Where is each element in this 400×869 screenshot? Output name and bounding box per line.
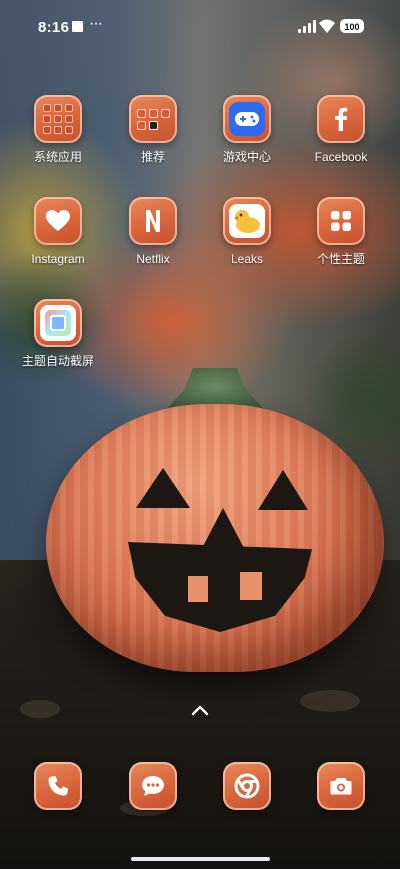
app-label: Instagram — [31, 252, 85, 266]
chrome-icon — [223, 762, 271, 810]
status-time: 8:16 — [38, 19, 70, 36]
folder-icon — [129, 95, 177, 143]
messages-icon — [129, 762, 177, 810]
dock-phone[interactable] — [12, 762, 104, 810]
app-label: 推荐 — [140, 150, 165, 164]
dock-messages[interactable] — [107, 762, 199, 810]
folder-icon — [34, 95, 82, 143]
screenshot-icon — [34, 299, 82, 347]
more-notifications-icon: ··· — [89, 15, 103, 32]
heart-icon — [34, 197, 82, 245]
grid-icon — [317, 197, 365, 245]
camera-icon — [317, 762, 365, 810]
cellular-signal-icon — [298, 20, 316, 33]
app-label: 系统应用 — [33, 150, 82, 164]
app-netflix[interactable]: Netflix — [107, 197, 199, 266]
chevron-up-icon[interactable] — [191, 704, 209, 716]
battery-level: 100 — [344, 22, 360, 32]
pumpkin-tooth — [240, 572, 262, 600]
app-recommended-folder[interactable]: 推荐 — [107, 95, 199, 164]
app-system-apps-folder[interactable]: 系统应用 — [12, 95, 104, 164]
wifi-icon — [318, 18, 336, 34]
dock-chrome[interactable] — [201, 762, 293, 810]
home-indicator[interactable] — [131, 857, 270, 861]
app-label: 主题自动截屏 — [21, 354, 94, 368]
app-label: Leaks — [230, 252, 264, 266]
netflix-icon — [129, 197, 177, 245]
notification-square-icon — [72, 21, 83, 32]
duck-icon — [223, 197, 271, 245]
app-themes[interactable]: 个性主题 — [295, 197, 387, 266]
gamepad-icon — [223, 95, 271, 143]
app-instagram[interactable]: Instagram — [12, 197, 104, 266]
facebook-icon — [317, 95, 365, 143]
app-label: 个性主题 — [316, 252, 365, 266]
app-label: 游戏中心 — [222, 150, 271, 164]
wallpaper-pebble — [300, 690, 360, 712]
battery-icon: 100 — [340, 19, 364, 33]
app-label: Netflix — [136, 252, 170, 266]
pumpkin-tooth — [188, 576, 208, 602]
app-facebook[interactable]: Facebook — [295, 95, 387, 164]
dock-camera[interactable] — [295, 762, 387, 810]
wallpaper-pebble — [20, 700, 60, 718]
app-game-center[interactable]: 游戏中心 — [201, 95, 293, 164]
app-theme-auto-screenshot[interactable]: 主题自动截屏 — [12, 299, 104, 368]
app-leaks[interactable]: Leaks — [201, 197, 293, 266]
status-bar: 8:16 ··· 100 — [0, 0, 400, 56]
phone-icon — [34, 762, 82, 810]
app-label: Facebook — [314, 150, 368, 164]
